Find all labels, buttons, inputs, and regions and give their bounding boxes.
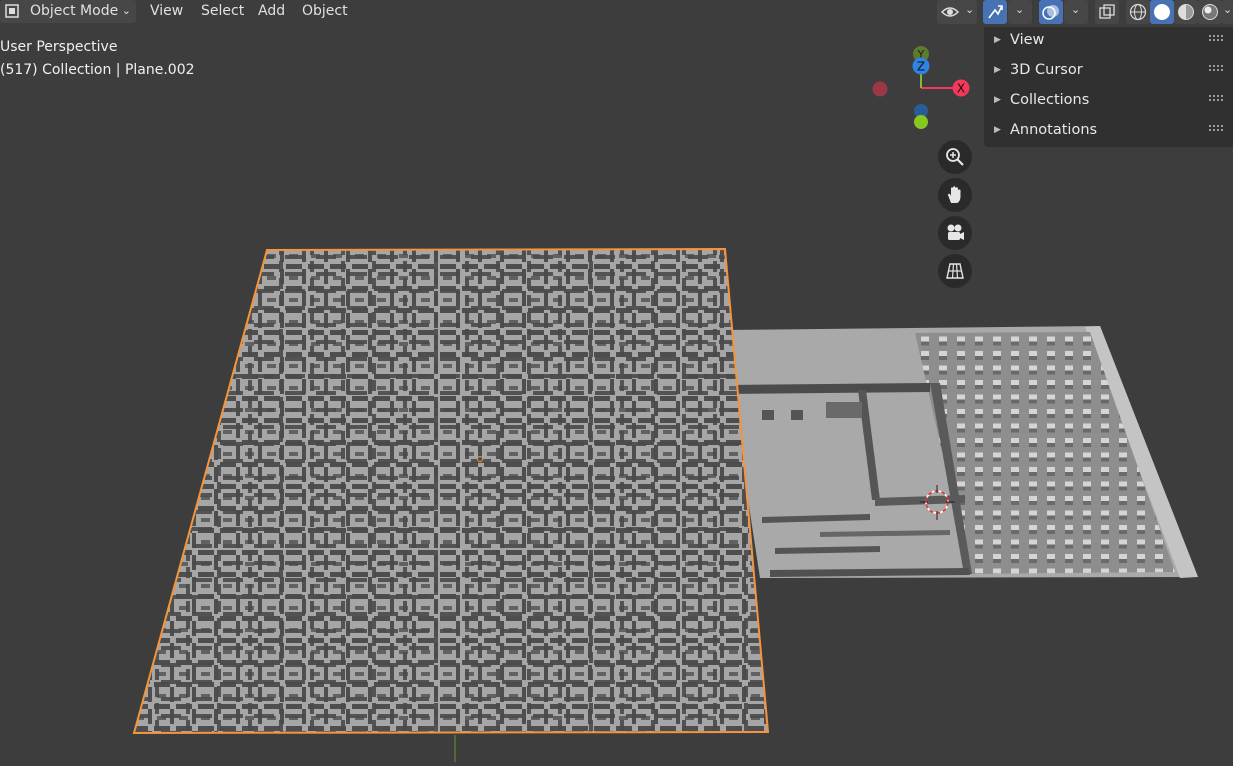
- sidebar-n-panel: ▶ View ▶ 3D Cursor ▶ Collections ▶ Annot…: [984, 27, 1233, 147]
- panel-section-view[interactable]: ▶ View: [984, 27, 1233, 57]
- menu-view[interactable]: View: [142, 0, 188, 23]
- shading-material-button[interactable]: [1174, 0, 1198, 24]
- menu-add[interactable]: Add: [250, 0, 290, 23]
- overlays-dropdown[interactable]: ⌄: [1064, 0, 1088, 24]
- pan-hand-icon: [948, 186, 961, 203]
- shading-rendered-button[interactable]: [1198, 0, 1222, 24]
- panel-section-label: Collections: [1010, 92, 1090, 108]
- expand-triangle-icon: ▶: [994, 65, 1001, 75]
- active-collection-label: (517) Collection | Plane.002: [0, 62, 195, 78]
- shading-solid-button[interactable]: [1150, 0, 1174, 24]
- drag-grip-icon[interactable]: [1209, 125, 1223, 133]
- menu-object[interactable]: Object: [294, 0, 351, 23]
- gizmo-z[interactable]: Z: [912, 57, 930, 75]
- chevron-down-icon: ⌄: [121, 4, 131, 17]
- expand-triangle-icon: ▶: [994, 35, 1001, 45]
- gizmo-toggle[interactable]: [983, 0, 1007, 24]
- shading-material-icon: [1178, 4, 1194, 20]
- shading-solid-icon: [1154, 4, 1170, 20]
- second-plane[interactable]: [722, 326, 1198, 578]
- expand-triangle-icon: ▶: [994, 125, 1001, 135]
- gizmo-neg-y[interactable]: [914, 115, 928, 129]
- expand-triangle-icon: ▶: [994, 95, 1001, 105]
- gizmo-dropdown[interactable]: ⌄: [1008, 0, 1032, 24]
- panel-section-annotations[interactable]: ▶ Annotations: [984, 117, 1233, 147]
- drag-grip-icon[interactable]: [1209, 65, 1223, 73]
- svg-text:X: X: [957, 82, 965, 96]
- grid-ortho-icon: [946, 263, 964, 279]
- camera-icon: [947, 224, 964, 240]
- object-mode-dropdown[interactable]: Object Mode ⌄: [0, 0, 136, 23]
- chevron-down-icon: ⌄: [965, 3, 975, 16]
- navigation-gizmo[interactable]: Y Z X: [868, 42, 978, 137]
- zoom-icon: [946, 148, 964, 166]
- shading-wireframe-button[interactable]: [1126, 0, 1150, 24]
- panel-section-collections[interactable]: ▶ Collections: [984, 87, 1233, 117]
- gizmo-arrows-icon: [988, 5, 1003, 19]
- svg-text:Z: Z: [917, 60, 925, 74]
- visibility-eye-icon: [941, 7, 959, 17]
- chevron-down-icon: ⌄: [1015, 3, 1025, 16]
- object-mode-icon: [5, 4, 19, 18]
- menu-select[interactable]: Select: [193, 0, 246, 23]
- visibility-dropdown[interactable]: ⌄: [937, 0, 977, 24]
- chevron-down-icon: ⌄: [1223, 3, 1233, 16]
- zoom-button[interactable]: [938, 140, 972, 174]
- shading-rendered-icon: [1202, 4, 1218, 20]
- xray-icon: [1099, 4, 1115, 19]
- panel-section-label: Annotations: [1010, 122, 1098, 138]
- drag-grip-icon[interactable]: [1209, 95, 1223, 103]
- pan-button[interactable]: [938, 178, 972, 212]
- gizmo-neg-x[interactable]: [872, 81, 888, 97]
- overlays-toggle[interactable]: [1039, 0, 1063, 24]
- shading-wireframe-icon: [1129, 3, 1147, 21]
- drag-grip-icon[interactable]: [1209, 35, 1223, 43]
- view-perspective-label: User Perspective: [0, 39, 118, 55]
- chevron-down-icon: ⌄: [1071, 3, 1081, 16]
- panel-section-label: 3D Cursor: [1010, 62, 1083, 78]
- shading-dropdown[interactable]: ⌄: [1222, 0, 1233, 24]
- mode-label: Object Mode: [30, 3, 119, 19]
- camera-view-button[interactable]: [938, 216, 972, 250]
- xray-toggle[interactable]: [1095, 0, 1119, 24]
- maze-plane[interactable]: [132, 247, 770, 735]
- panel-section-label: View: [1010, 32, 1045, 48]
- panel-section-3d-cursor[interactable]: ▶ 3D Cursor: [984, 57, 1233, 87]
- gizmo-x[interactable]: X: [952, 79, 970, 97]
- overlays-icon: [1042, 5, 1059, 20]
- ortho-toggle-button[interactable]: [938, 254, 972, 288]
